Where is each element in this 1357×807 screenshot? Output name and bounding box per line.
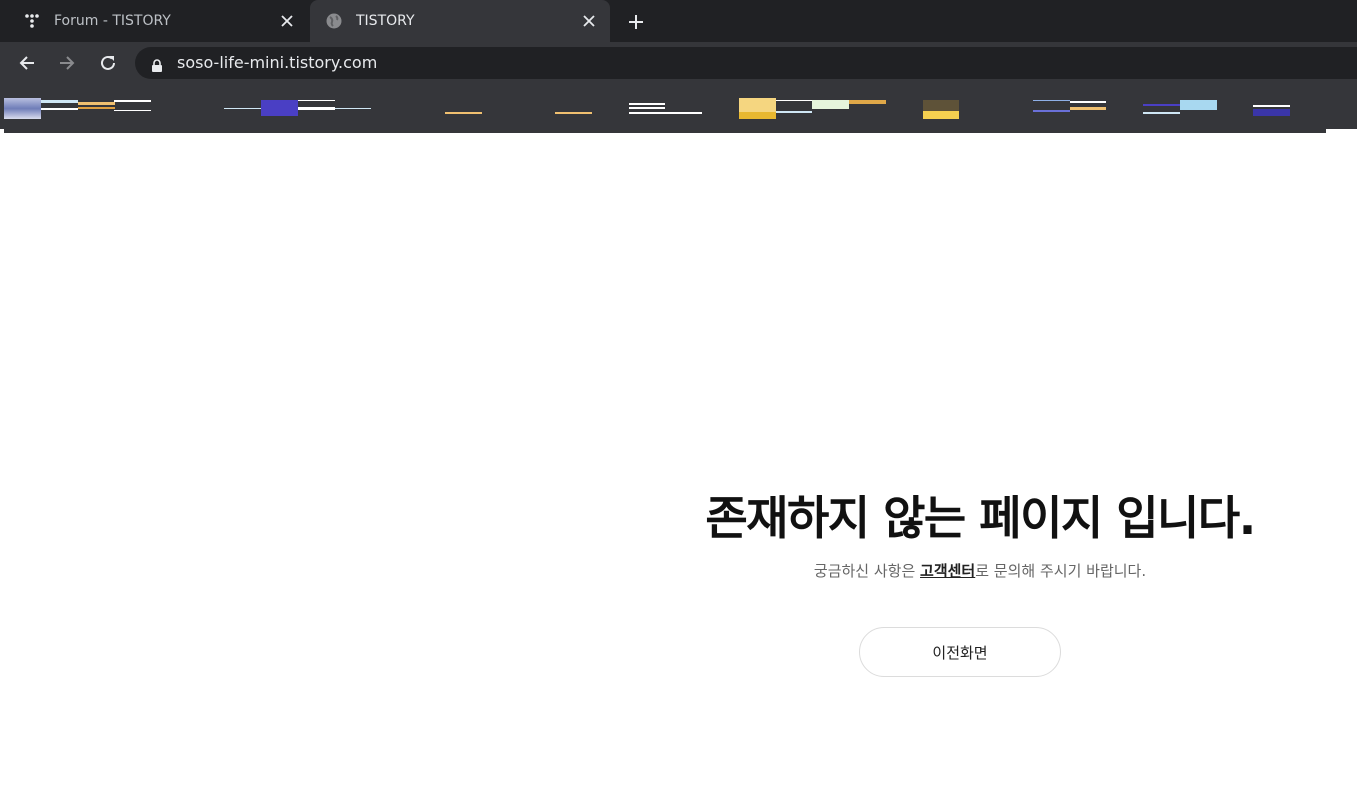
bookmark-glitch — [1033, 100, 1070, 101]
bookmark-glitch — [78, 107, 115, 109]
bookmark-glitch — [923, 111, 959, 119]
bookmark-glitch — [1033, 110, 1070, 112]
bookmark-glitch — [114, 110, 151, 111]
new-tab-button[interactable] — [624, 10, 648, 34]
globe-icon — [326, 13, 342, 29]
bookmark-glitch — [298, 100, 335, 101]
bookmark-glitch — [1070, 107, 1106, 110]
bookmark-glitch — [923, 100, 959, 111]
bookmark-glitch — [555, 112, 592, 114]
bookmark-glitch — [1143, 112, 1180, 114]
bookmark-glitch — [629, 107, 665, 109]
bookmark-glitch — [1180, 100, 1217, 110]
tab-strip: Forum - TISTORY TISTORY — [0, 0, 1357, 42]
bookmark-glitch — [114, 100, 151, 102]
back-button[interactable] — [14, 50, 40, 76]
bookmark-glitch — [1253, 105, 1290, 107]
bookmark-glitch — [812, 100, 849, 109]
page-title: 존재하지 않는 페이지 입니다. — [705, 491, 1256, 545]
bookmark-glitch — [739, 112, 776, 119]
forward-button[interactable] — [54, 50, 80, 76]
customer-center-link[interactable]: 고객센터 — [920, 562, 975, 580]
bookmark-glitch — [629, 112, 702, 114]
bookmark-glitch — [1253, 109, 1290, 116]
plus-icon — [629, 15, 643, 29]
bookmark-glitch — [224, 108, 261, 109]
bookmark-glitch — [261, 100, 298, 116]
reload-button[interactable] — [95, 50, 121, 76]
arrow-left-icon — [19, 56, 34, 70]
description-text: 로 문의해 주시기 바랍니다. — [975, 562, 1147, 580]
bookmark-glitch — [776, 111, 812, 113]
bookmark-glitch — [739, 98, 776, 112]
reload-icon — [101, 55, 115, 70]
page-content: 존재하지 않는 페이지 입니다. 궁금하신 사항은 고객센터로 문의해 주시기 … — [0, 133, 1357, 807]
bookmark-glitch — [445, 112, 482, 114]
tab-title: TISTORY — [356, 13, 415, 29]
close-icon[interactable] — [278, 12, 296, 30]
browser-toolbar: soso-life-mini.tistory.com — [0, 42, 1357, 83]
bookmark-glitch — [335, 108, 371, 109]
previous-page-button[interactable]: 이전화면 — [859, 627, 1061, 677]
bookmark-glitch — [1143, 104, 1180, 106]
bookmark-glitch — [78, 102, 115, 105]
bookmarks-bar — [0, 83, 1357, 133]
arrow-right-icon — [60, 56, 75, 70]
close-icon[interactable] — [580, 12, 598, 30]
tab-tistory[interactable]: TISTORY — [310, 0, 610, 42]
bookmark-glitch — [298, 107, 335, 110]
bookmark-glitch — [1070, 101, 1106, 103]
bookmark-glitch — [776, 100, 812, 101]
bookmark-glitch — [41, 100, 78, 103]
description-text: 궁금하신 사항은 — [813, 562, 921, 580]
tab-forum[interactable]: Forum - TISTORY — [8, 0, 308, 42]
tab-title: Forum - TISTORY — [54, 13, 171, 29]
bookmark-glitch — [629, 103, 665, 105]
lock-icon — [151, 57, 163, 72]
bookmark-glitch — [849, 100, 886, 104]
address-bar[interactable]: soso-life-mini.tistory.com — [135, 47, 1357, 79]
bookmark-glitch — [4, 98, 41, 119]
bookmark-glitch — [41, 108, 78, 110]
url-text: soso-life-mini.tistory.com — [177, 53, 378, 72]
page-description: 궁금하신 사항은 고객센터로 문의해 주시기 바랍니다. — [603, 560, 1357, 581]
tistory-logo-icon — [24, 13, 40, 29]
